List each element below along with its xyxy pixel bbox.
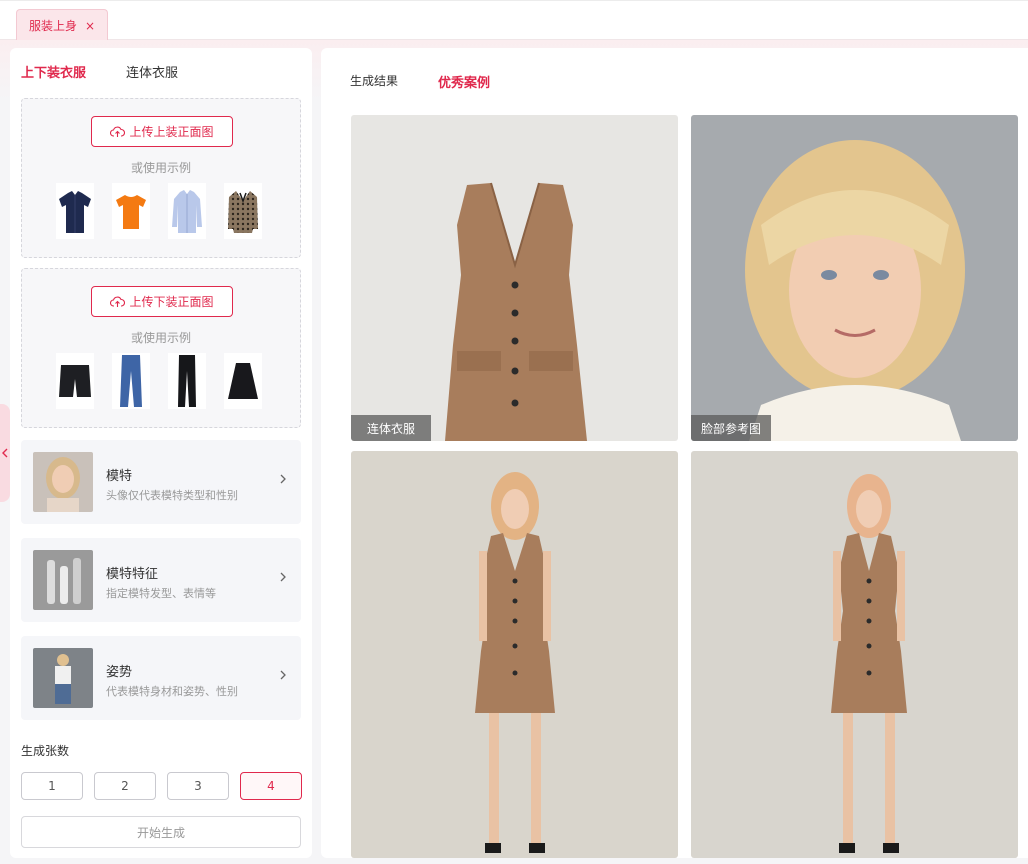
option-model[interactable]: 模特 头像仅代表模特类型和性别: [21, 440, 301, 524]
collapse-panel-handle[interactable]: [0, 404, 10, 502]
count-option-3[interactable]: 3: [167, 772, 229, 800]
sample-navy-shirt[interactable]: [56, 183, 94, 239]
option-desc: 指定模特发型、表情等: [106, 587, 216, 600]
result-image: [351, 451, 678, 858]
tab-label: 服装上身: [29, 19, 78, 33]
category-tabs: 上下装衣服 连体衣服: [21, 62, 178, 81]
upload-top-button[interactable]: 上传上装正面图: [91, 116, 233, 147]
tab-results[interactable]: 生成结果: [350, 72, 398, 91]
top-samples: [56, 183, 262, 239]
count-label: 生成张数: [21, 744, 70, 758]
option-pose[interactable]: 姿势 代表模特身材和姿势、性别: [21, 636, 301, 720]
face-reference-image: [691, 115, 1018, 441]
count-option-2[interactable]: 2: [94, 772, 156, 800]
option-title: 姿势: [106, 665, 133, 680]
option-desc: 头像仅代表模特类型和性别: [106, 489, 238, 502]
sample-black-skirt[interactable]: [224, 353, 262, 409]
sample-black-trousers[interactable]: [168, 353, 206, 409]
result-tabs: 生成结果 优秀案例: [350, 72, 490, 91]
upload-top-area[interactable]: 上传上装正面图 或使用示例: [21, 98, 301, 258]
left-panel: 上下装衣服 连体衣服 上传上装正面图 或使用示例 上传下装正面图 或使用示例 模…: [10, 48, 312, 858]
card-label: 连体衣服: [351, 415, 431, 441]
card-label: 脸部参考图: [691, 415, 771, 441]
upload-top-label: 上传上装正面图: [129, 125, 214, 139]
right-panel: 生成结果 优秀案例 连体衣服 脸部参考图: [321, 48, 1028, 858]
model-thumbnail: [33, 452, 93, 512]
showcase-card-result-1[interactable]: [351, 451, 678, 858]
pose-thumbnail: [33, 648, 93, 708]
close-icon[interactable]: ×: [85, 19, 95, 33]
sample-leopard-blazer[interactable]: [224, 183, 262, 239]
count-option-4[interactable]: 4: [240, 772, 302, 800]
dress-image: [351, 115, 678, 441]
tab-one-piece[interactable]: 连体衣服: [126, 62, 178, 81]
sample-orange-tshirt[interactable]: [112, 183, 150, 239]
chevron-right-icon: [280, 474, 286, 484]
tab-showcase[interactable]: 优秀案例: [438, 72, 490, 91]
sample-blue-jeans[interactable]: [112, 353, 150, 409]
tab-bar: 服装上身 ×: [0, 0, 1028, 41]
bottom-samples: [56, 353, 262, 409]
showcase-card-result-2[interactable]: [691, 451, 1018, 858]
cloud-upload-icon: [110, 126, 126, 137]
upload-bottom-area[interactable]: 上传下装正面图 或使用示例: [21, 268, 301, 428]
sample-hint: 或使用示例: [130, 331, 191, 345]
upload-bottom-button[interactable]: 上传下装正面图: [91, 286, 233, 317]
tab-top-bottom[interactable]: 上下装衣服: [21, 62, 86, 81]
sample-blue-shirt[interactable]: [168, 183, 206, 239]
count-option-1[interactable]: 1: [21, 772, 83, 800]
chevron-right-icon: [280, 670, 286, 680]
chevron-right-icon: [280, 572, 286, 582]
sample-black-shorts[interactable]: [56, 353, 94, 409]
upload-bottom-label: 上传下装正面图: [129, 295, 214, 309]
tab-clothing-try-on[interactable]: 服装上身 ×: [16, 9, 109, 41]
model-features-thumbnail: [33, 550, 93, 610]
start-generate-button[interactable]: 开始生成: [21, 816, 301, 848]
option-title: 模特: [106, 469, 133, 484]
result-image: [691, 451, 1018, 858]
option-desc: 代表模特身材和姿势、性别: [106, 685, 238, 698]
option-title: 模特特征: [106, 567, 159, 582]
showcase-card-dress[interactable]: 连体衣服: [351, 115, 678, 441]
cloud-upload-icon: [110, 296, 126, 307]
count-selector: 1 2 3 4: [21, 772, 302, 800]
chevron-left-icon: [2, 448, 8, 458]
showcase-card-face[interactable]: 脸部参考图: [691, 115, 1018, 441]
sample-hint: 或使用示例: [130, 161, 191, 175]
option-model-features[interactable]: 模特特征 指定模特发型、表情等: [21, 538, 301, 622]
